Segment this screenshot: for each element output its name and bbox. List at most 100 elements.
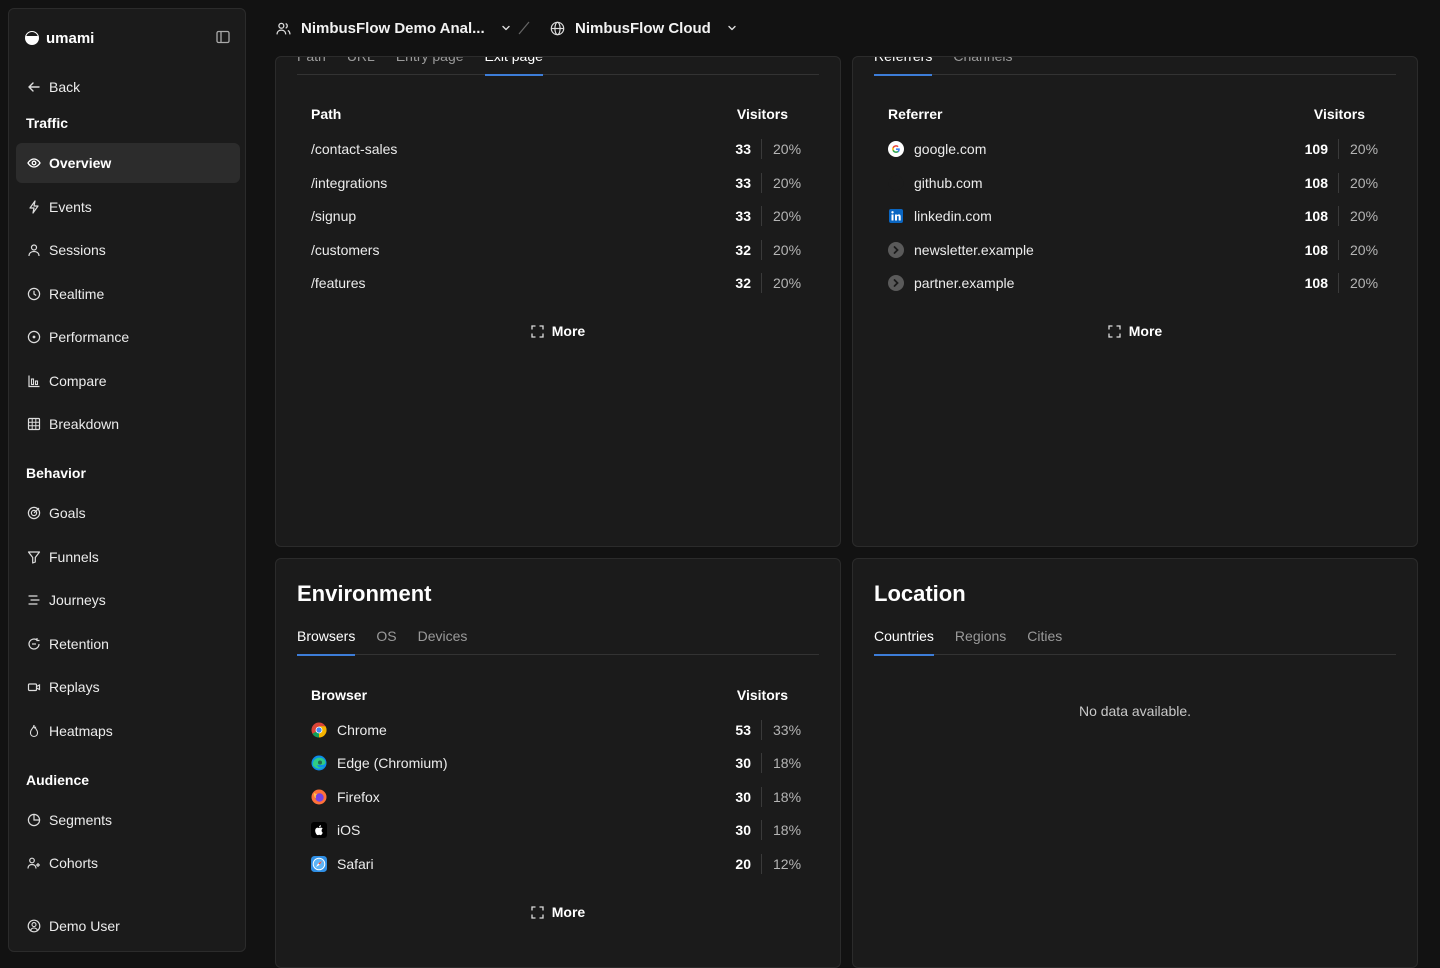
sidebar-item-label: Performance	[49, 329, 130, 345]
sidebar-item-overview[interactable]: Overview	[16, 143, 240, 183]
team-selector[interactable]: NimbusFlow Demo Anal...	[276, 20, 512, 37]
section-behavior: Behavior	[26, 465, 86, 481]
row-label: Chrome	[337, 722, 387, 738]
tab-cities[interactable]: Cities	[1027, 625, 1062, 655]
funnel-icon	[27, 551, 41, 564]
sidebar-item-label: Goals	[49, 505, 86, 521]
row-value: 30	[735, 822, 751, 838]
sidebar-item-sessions[interactable]: Sessions	[16, 230, 240, 270]
website-selector[interactable]: NimbusFlow Cloud	[550, 20, 738, 37]
table-row[interactable]: iOS 30 18%	[311, 819, 804, 841]
sidebar-item-label: Breakdown	[49, 416, 120, 432]
tab-referrers[interactable]: Referrers	[874, 57, 933, 76]
row-label: partner.example	[914, 275, 1015, 291]
location-title: Location	[874, 581, 966, 606]
sidebar-item-goals[interactable]: Goals	[16, 493, 240, 533]
row-value: 108	[1304, 175, 1328, 191]
row-percent: 20%	[1350, 242, 1379, 258]
sidebar-item-heatmaps[interactable]: Heatmaps	[16, 711, 240, 751]
row-percent: 33%	[773, 722, 802, 738]
table-row[interactable]: github.com 108 20%	[888, 172, 1381, 194]
sidebar-item-funnels[interactable]: Funnels	[16, 537, 240, 577]
sidebar-item-realtime[interactable]: Realtime	[16, 274, 240, 314]
row-percent: 20%	[773, 208, 802, 224]
sidebar-item-label: Replays	[49, 679, 100, 695]
section-traffic: Traffic	[26, 115, 69, 131]
row-label: github.com	[914, 175, 983, 191]
sidebar: umami Back Traffic Overview Events Sessi…	[8, 8, 246, 952]
sidebar-item-performance[interactable]: Performance	[16, 317, 240, 357]
sidebar-toggle-icon[interactable]	[215, 29, 231, 45]
row-percent: 12%	[773, 856, 802, 872]
back-link[interactable]: Back	[16, 67, 240, 107]
sidebar-item-label: Events	[49, 199, 92, 215]
tab-devices[interactable]: Devices	[418, 625, 468, 655]
flame-icon	[29, 724, 39, 738]
row-percent: 18%	[773, 822, 802, 838]
tab-countries[interactable]: Countries	[874, 625, 934, 656]
user-menu[interactable]: Demo User	[16, 906, 240, 946]
row-label: Safari	[337, 856, 374, 872]
user-icon	[28, 244, 40, 257]
sidebar-item-label: Segments	[49, 812, 113, 828]
sidebar-item-cohorts[interactable]: Cohorts	[16, 843, 240, 883]
tab-regions[interactable]: Regions	[955, 625, 1006, 655]
sidebar-item-journeys[interactable]: Journeys	[16, 580, 240, 620]
environment-tabs: Browsers OS Devices	[297, 625, 819, 656]
sidebar-item-label: Heatmaps	[49, 723, 113, 739]
sidebar-item-label: Sessions	[49, 242, 106, 258]
pages-more-button[interactable]: More	[276, 322, 840, 340]
umami-logo[interactable]: umami	[25, 29, 94, 47]
github-icon	[888, 175, 904, 191]
table-row[interactable]: /signup 33 20%	[311, 205, 804, 227]
environment-more-button[interactable]: More	[276, 903, 840, 921]
expand-icon	[531, 905, 544, 919]
sidebar-item-segments[interactable]: Segments	[16, 800, 240, 840]
tab-browsers[interactable]: Browsers	[297, 625, 356, 656]
table-row[interactable]: Edge (Chromium) 30 18%	[311, 752, 804, 774]
table-row[interactable]: Firefox 30 18%	[311, 786, 804, 808]
sidebar-item-breakdown[interactable]: Breakdown	[16, 404, 240, 444]
sidebar-item-events[interactable]: Events	[16, 187, 240, 227]
sidebar-item-retention[interactable]: Retention	[16, 624, 240, 664]
sidebar-item-label: Journeys	[49, 592, 106, 608]
table-row[interactable]: newsletter.example 108 20%	[888, 239, 1381, 261]
tab-exit-page[interactable]: Exit page	[484, 57, 544, 76]
column-header-browser: Browser	[311, 687, 368, 703]
location-card: Location Countries Regions Cities No dat…	[852, 558, 1418, 968]
sources-card: Referrers Channels Referrer Visitors goo…	[852, 56, 1418, 547]
table-row[interactable]: /integrations 33 20%	[311, 172, 804, 194]
table-row[interactable]: /contact-sales 33 20%	[311, 138, 804, 160]
row-value: 30	[735, 789, 751, 805]
expand-icon	[531, 324, 544, 338]
table-row[interactable]: Safari 20 12%	[311, 853, 804, 875]
sources-more-button[interactable]: More	[853, 322, 1417, 340]
row-percent: 20%	[773, 175, 802, 191]
safari-icon	[311, 856, 327, 872]
sidebar-item-compare[interactable]: Compare	[16, 361, 240, 401]
row-value: 33	[735, 141, 751, 157]
table-row[interactable]: partner.example 108 20%	[888, 272, 1381, 294]
row-value: 108	[1304, 275, 1328, 291]
row-label: /customers	[311, 242, 380, 258]
tab-path[interactable]: Path	[297, 57, 326, 75]
row-percent: 20%	[773, 242, 802, 258]
sidebar-item-replays[interactable]: Replays	[16, 667, 240, 707]
table-row[interactable]: google.com 109 20%	[888, 138, 1381, 160]
pie-icon	[27, 813, 41, 827]
bar-chart-icon	[28, 375, 40, 388]
section-audience: Audience	[26, 772, 90, 788]
table-row[interactable]: /features 32 20%	[311, 272, 804, 294]
grid-icon	[27, 417, 41, 431]
tab-entry-page[interactable]: Entry page	[396, 57, 464, 75]
tab-url[interactable]: URL	[347, 57, 375, 75]
tab-os[interactable]: OS	[376, 625, 396, 655]
row-label: iOS	[337, 822, 361, 838]
table-row[interactable]: Chrome 53 33%	[311, 719, 804, 741]
table-row[interactable]: /customers 32 20%	[311, 239, 804, 261]
tab-channels[interactable]: Channels	[953, 57, 1012, 75]
row-percent: 20%	[1350, 141, 1379, 157]
table-row[interactable]: linkedin.com 108 20%	[888, 205, 1381, 227]
users-icon	[27, 857, 40, 869]
target-icon	[27, 506, 41, 520]
